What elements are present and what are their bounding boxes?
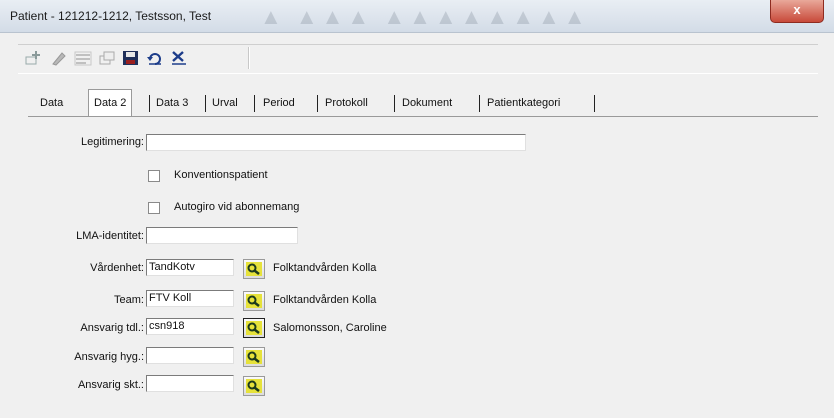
close-button[interactable]: x xyxy=(770,0,824,23)
team-description: Folktandvården Kolla xyxy=(273,294,377,306)
list-icon xyxy=(74,51,92,66)
title-bar[interactable]: Patient - 121212-1212, Testsson, Test ▲ … xyxy=(0,0,834,33)
vardenhet-lookup-button[interactable] xyxy=(243,259,265,279)
edit-icon xyxy=(52,52,66,66)
search-icon xyxy=(246,350,262,364)
title-bar-pattern: ▲ ▲▲▲ ▲▲▲▲▲▲▲▲ xyxy=(260,4,590,29)
search-icon xyxy=(246,294,262,308)
search-icon xyxy=(246,321,262,335)
copy-button[interactable] xyxy=(98,50,118,68)
konventionspatient-checkbox[interactable] xyxy=(148,170,160,182)
team-label: Team: xyxy=(114,294,144,306)
save-icon xyxy=(123,51,138,65)
ansvarig-skt-lookup-button[interactable] xyxy=(243,376,265,396)
ansvarig-skt-field[interactable] xyxy=(146,375,234,392)
tab-separator xyxy=(205,95,206,112)
list-button[interactable] xyxy=(74,50,94,68)
ansvarig-tdl-lookup-button[interactable] xyxy=(243,318,265,338)
add-icon xyxy=(25,51,40,65)
tab-data-3[interactable]: Data 3 xyxy=(156,92,188,114)
data-2-panel: Legitimering: Konventionspatient Autogir… xyxy=(28,116,818,413)
tab-patientkategori[interactable]: Patientkategori xyxy=(487,92,560,114)
legitimering-label: Legitimering: xyxy=(81,136,144,148)
window-title: Patient - 121212-1212, Testsson, Test xyxy=(10,9,212,23)
ansvarig-tdl-label: Ansvarig tdl.: xyxy=(80,322,144,334)
tab-period[interactable]: Period xyxy=(263,92,295,114)
copy-icon xyxy=(99,51,115,65)
tab-protokoll[interactable]: Protokoll xyxy=(325,92,368,114)
autogiro-checkbox[interactable] xyxy=(148,202,160,214)
search-icon xyxy=(246,379,262,393)
legitimering-field[interactable] xyxy=(146,134,526,151)
toolbar xyxy=(18,44,818,74)
delete-icon xyxy=(172,51,186,65)
team-field[interactable]: FTV Koll xyxy=(146,290,234,307)
toolbar-separator xyxy=(248,47,249,69)
close-icon: x xyxy=(793,2,801,17)
tab-data[interactable]: Data xyxy=(40,92,63,114)
konventionspatient-label: Konventionspatient xyxy=(174,169,268,181)
tab-data-2[interactable]: Data 2 xyxy=(88,89,133,116)
vardenhet-label: Vårdenhet: xyxy=(90,262,144,274)
search-icon xyxy=(246,262,262,276)
tab-separator xyxy=(479,95,480,112)
lma-identitet-field[interactable] xyxy=(146,227,298,244)
tab-separator xyxy=(254,95,255,112)
autogiro-label: Autogiro vid abonnemang xyxy=(174,201,300,213)
tab-urval[interactable]: Urval xyxy=(212,92,238,114)
add-button[interactable] xyxy=(24,50,44,68)
tab-separator xyxy=(594,95,595,112)
vardenhet-field[interactable]: TandKotv xyxy=(146,259,234,276)
undo-icon xyxy=(147,53,161,65)
tab-dokument[interactable]: Dokument xyxy=(402,92,452,114)
team-lookup-button[interactable] xyxy=(243,291,265,311)
tab-separator xyxy=(394,95,395,112)
tab-separator xyxy=(149,95,150,112)
ansvarig-skt-label: Ansvarig skt.: xyxy=(77,379,144,391)
ansvarig-hyg-field[interactable] xyxy=(146,347,234,364)
vardenhet-description: Folktandvården Kolla xyxy=(273,262,377,274)
ansvarig-tdl-field[interactable]: csn918 xyxy=(146,318,234,335)
edit-button[interactable] xyxy=(50,50,70,68)
ansvarig-tdl-description: Salomonsson, Caroline xyxy=(273,322,387,334)
patient-window: Patient - 121212-1212, Testsson, Test ▲ … xyxy=(0,0,834,418)
tab-separator xyxy=(317,95,318,112)
undo-button[interactable] xyxy=(146,50,166,68)
delete-button[interactable] xyxy=(170,50,190,68)
save-button[interactable] xyxy=(122,50,142,68)
lma-identitet-label: LMA-identitet: xyxy=(76,230,144,242)
ansvarig-hyg-label: Ansvarig hyg.: xyxy=(74,351,144,363)
ansvarig-hyg-lookup-button[interactable] xyxy=(243,347,265,367)
